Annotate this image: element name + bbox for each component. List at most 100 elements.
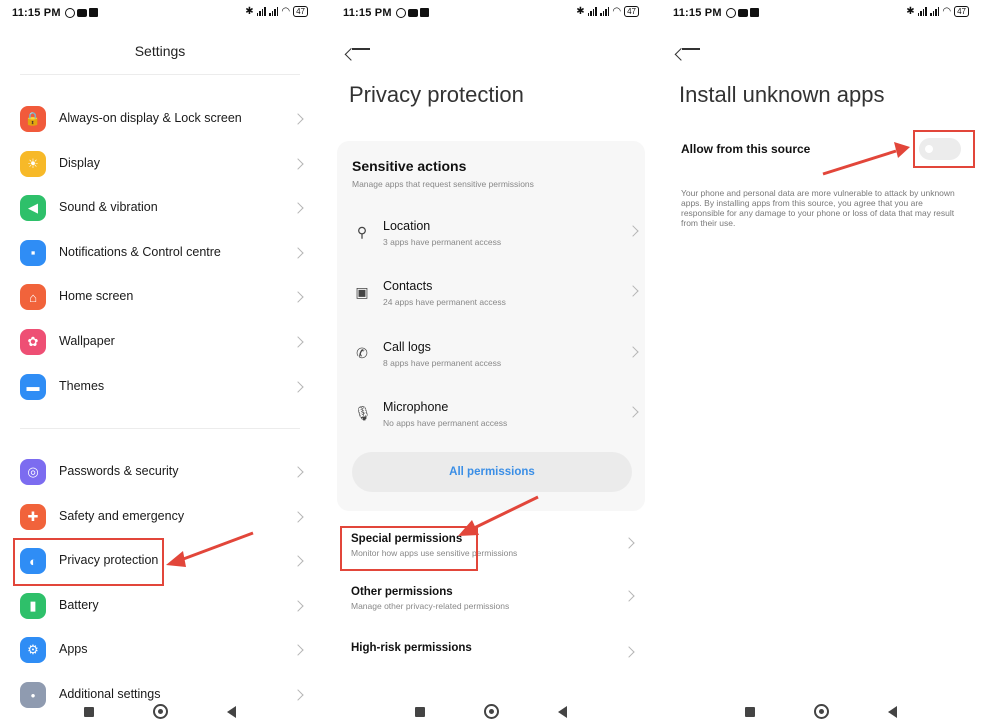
permission-title: Contacts [383,279,433,294]
back-button[interactable] [888,706,897,718]
home-button[interactable] [484,704,499,719]
settings-item-display[interactable]: ☀ Display [20,147,310,181]
settings-item-always-on-display-lock-screen[interactable]: 🔒 Always-on display & Lock screen [20,102,310,136]
settings-item-passwords-security[interactable]: ◎ Passwords & security [20,455,310,489]
back-arrow-icon[interactable] [674,42,702,61]
bluetooth-icon: ✱ [906,6,915,17]
card-heading: Sensitive actions [352,158,467,174]
signal-icon [256,7,266,16]
chevron-right-icon [292,202,304,214]
chevron-right-icon [292,336,304,348]
settings-item-label: Home screen [59,289,134,304]
settings-item-home-screen[interactable]: ⌂ Home screen [20,280,310,314]
settings-item-label: Sound & vibration [59,200,158,215]
settings-item-themes[interactable]: ▬ Themes [20,370,310,404]
location-icon: ⚲ [356,224,368,240]
sensitive-actions-card: Sensitive actions Manage apps that reque… [337,141,645,511]
chevron-right-icon [292,157,304,170]
settings-item-sound-vibration[interactable]: ◀ Sound & vibration [20,191,310,225]
settings-item-wallpaper[interactable]: ✿ Wallpaper [20,325,310,359]
settings-item-label: Wallpaper [59,334,115,348]
media-icon [737,9,748,17]
menu-item-high-risk-permissions[interactable]: High-risk permissions [351,642,641,678]
recents-button[interactable] [415,707,425,717]
media-icon [407,9,418,17]
permission-contacts[interactable]: ▣ Contacts 24 apps have permanent access [352,279,639,319]
all-permissions-button[interactable]: All permissions [352,452,632,492]
notification-icon [749,8,759,17]
alarm-icon [395,8,406,18]
chevron-right-icon [623,537,635,549]
alarm-icon [725,8,736,18]
permission-microphone[interactable]: 🎙 Microphone No apps have permanent access [352,399,639,440]
settings-item-label: Safety and emergency [59,508,185,523]
back-arrow-icon[interactable] [344,42,372,61]
permission-location[interactable]: ⚲ Location 3 apps have permanent access [352,219,639,259]
chevron-right-icon [292,510,304,523]
lock-icon: 🔒 [20,106,46,132]
chevron-right-icon [292,113,304,125]
wifi-icon: ◠ [942,6,952,17]
recents-button[interactable] [745,707,755,717]
chevron-right-icon [292,555,304,567]
time-text: 11:15 PM [343,7,392,19]
warning-text: Your phone and personal data are more vu… [681,188,955,228]
divider [20,74,300,75]
settings-item-label: Always-on display & Lock screen [59,111,242,125]
permission-call-logs[interactable]: ✆ Call logs 8 apps have permanent access [352,339,639,380]
chevron-right-icon [292,380,304,393]
nav-bar [331,702,651,722]
highlight-box-toggle [913,130,975,168]
notification-icon [88,8,98,17]
home-button[interactable] [153,704,168,719]
home-button[interactable] [814,704,829,719]
install-unknown-apps-screen: 11:15 PM ✱ ◠ 47 Install unknown apps All… [661,0,981,728]
permission-title: Call logs [383,339,431,354]
time-text: 11:15 PM [12,7,61,19]
settings-item-apps[interactable]: ⚙ Apps [20,633,310,667]
highlight-box-special [340,526,478,571]
status-bar: 11:15 PM ✱ ◠ 47 [12,6,308,22]
fingerprint-icon: ◎ [20,459,46,485]
microphone-icon: 🎙 [354,404,372,421]
battery-icon: 47 [954,6,969,17]
chevron-right-icon [627,225,639,237]
permission-title: Location [383,219,431,233]
menu-item-other-permissions[interactable]: Other permissions Manage other privacy-re… [351,586,641,622]
safety-icon: ✚ [20,503,46,530]
sun-icon: ☀ [20,150,46,177]
recents-button[interactable] [84,707,94,717]
settings-item-notifications-control-centre[interactable]: ▪ Notifications & Control centre [20,236,310,270]
call-log-icon: ✆ [356,344,368,361]
time-text: 11:15 PM [673,7,722,19]
permission-title: Microphone [383,399,449,414]
menu-item-subtitle: Manage other privacy-related permissions [351,601,510,611]
divider [20,428,300,429]
permission-subtitle: 24 apps have permanent access [383,297,506,308]
battery-icon: 47 [624,6,639,17]
chevron-right-icon [292,466,304,478]
signal-icon [917,7,927,16]
status-icons: ✱ ◠ 47 [576,6,639,17]
status-bar: 11:15 PM ✱ ◠ 47 [673,6,969,22]
chevron-right-icon [623,646,635,658]
home-icon: ⌂ [20,284,46,311]
page-title: Privacy protection [349,82,524,107]
back-button[interactable] [558,706,567,718]
settings-item-battery[interactable]: ▮ Battery [20,589,310,623]
settings-item-safety-and-emergency[interactable]: ✚ Safety and emergency [20,500,310,534]
nav-bar [661,702,981,722]
back-button[interactable] [227,706,236,718]
notification-icon: ▪ [20,239,46,266]
settings-screen: 11:15 PM ✱ ◠ 47 Settings 🔒 Always-on disp… [0,0,320,728]
flower-icon: ✿ [20,329,46,355]
chevron-right-icon [627,345,639,358]
speaker-icon: ◀ [20,195,46,222]
status-time: 11:15 PM [343,7,429,19]
page-title: Settings [134,43,186,59]
chevron-right-icon [292,644,304,657]
wifi-icon: ◠ [612,6,622,17]
nav-bar [0,702,320,722]
privacy-screen: 11:15 PM ✱ ◠ 47 Privacy protection Sensi… [331,0,651,728]
signal-icon-2 [929,7,940,16]
